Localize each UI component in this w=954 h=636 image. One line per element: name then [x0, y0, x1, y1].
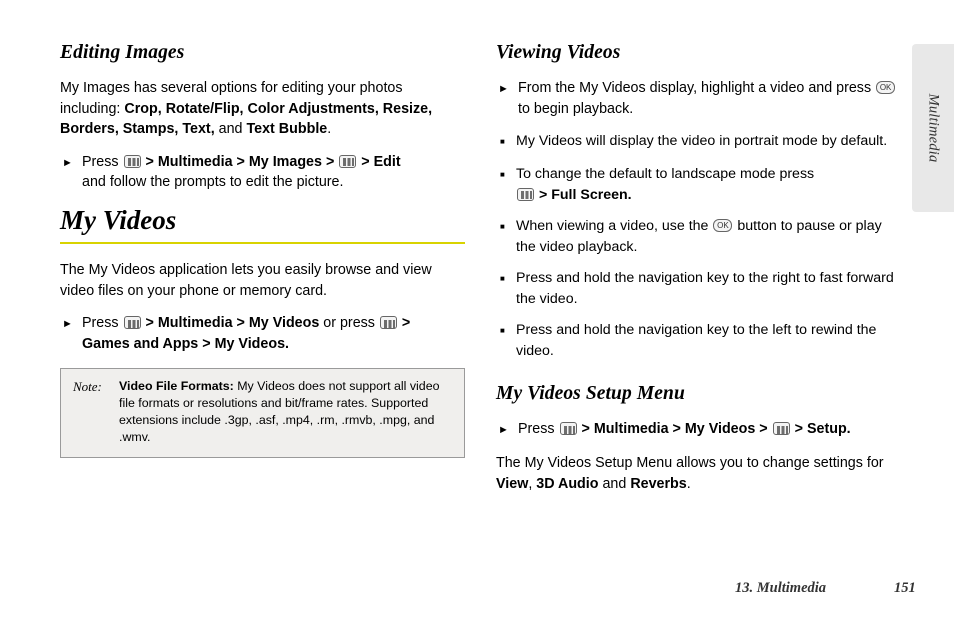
bullet-marker-arrow-2: ►: [62, 318, 73, 330]
sub-bullet-pause-play: ■ When viewing a video, use the button t…: [496, 216, 900, 257]
menu-my-videos-3: My Videos: [684, 421, 756, 437]
menu-setup: Setup.: [806, 421, 851, 437]
right-column: Viewing Videos ► From the My Videos disp…: [496, 42, 900, 506]
setup-mid: and: [598, 475, 631, 492]
setting-reverbs: Reverbs: [630, 475, 687, 492]
bullet-marker-square-4: ■: [500, 274, 505, 283]
menu-my-images: My Images: [248, 153, 322, 170]
gt-9: >: [538, 186, 548, 203]
footer-page-number: 151: [894, 580, 916, 596]
gt-1: >: [145, 153, 154, 170]
chapter-side-tab: Multimedia: [912, 44, 954, 212]
bullet-marker-square-2: ■: [500, 170, 505, 179]
menu-key-icon-5: [517, 187, 534, 201]
sub-bullet-portrait: ■ My Videos will display the video in po…: [496, 131, 900, 153]
sub-bullet-pause-play-text: When viewing a video, use the button to …: [516, 216, 900, 257]
gt-12: >: [759, 421, 768, 437]
bullet-edit-path-text: Press > Multimedia > My Images > > Edit …: [82, 152, 465, 193]
bullet-marker-arrow: ►: [62, 156, 73, 169]
sub-bullet-landscape-text: To change the default to landscape mode …: [516, 164, 900, 205]
gt-8: >: [202, 335, 211, 352]
gt-6: >: [236, 315, 245, 331]
intro-mid: and: [214, 121, 247, 137]
sub-bullet-fast-forward: ■ Press and hold the navigation key to t…: [496, 268, 900, 309]
note-text: Video File Formats: My Videos does not s…: [119, 378, 452, 446]
note-box: Note: Video File Formats: My Videos does…: [60, 368, 465, 458]
menu-key-icon: [123, 154, 141, 168]
footer-chapter: 13. Multimedia: [735, 580, 827, 596]
press-label-3: Press: [518, 421, 555, 437]
intro-end: .: [327, 121, 332, 137]
left-column: Editing Images My Images has several opt…: [60, 42, 465, 458]
note-label: Note:: [73, 379, 102, 394]
menu-edit: Edit: [373, 153, 401, 170]
bullet-my-videos-text: Press > Multimedia > My Videos or press …: [82, 313, 465, 354]
gt-2: >: [236, 153, 245, 170]
menu-multimedia-2: Multimedia: [157, 315, 233, 331]
bullet-setup-path-text: Press > Multimedia > My Videos > > Setup…: [518, 419, 900, 441]
landscape-pre: To change the default to landscape mode …: [516, 166, 815, 182]
sub-bullet-fast-forward-text: Press and hold the navigation key to the…: [516, 270, 894, 307]
setup-pre: The My Videos Setup Menu allows you to c…: [496, 455, 884, 471]
gt-3: >: [325, 153, 335, 170]
menu-key-icon-7: [772, 422, 790, 435]
gt-10: >: [581, 421, 590, 437]
viewing-post: to begin playback.: [518, 100, 634, 117]
ok-key-icon-2: [713, 219, 733, 232]
sub-bullet-rewind: ■ Press and hold the navigation key to t…: [496, 320, 900, 361]
bullet-marker-square-5: ■: [500, 326, 505, 335]
press-label: Press: [82, 153, 119, 170]
sub-bullet-landscape: ■ To change the default to landscape mod…: [496, 164, 900, 205]
paragraph-setup-menu: The My Videos Setup Menu allows you to c…: [496, 453, 900, 494]
menu-my-videos: My Videos: [248, 315, 320, 331]
menu-multimedia: Multimedia: [157, 153, 233, 170]
bullet-marker-square: ■: [500, 137, 505, 146]
or-press-label: or press: [323, 315, 375, 331]
bullet-marker-square-3: ■: [500, 222, 505, 231]
menu-key-icon-2: [339, 154, 357, 168]
pause-pre: When viewing a video, use the: [516, 218, 709, 234]
menu-key-icon-3: [123, 316, 141, 329]
press-label-2: Press: [82, 315, 119, 331]
bullet-edit-tail: and follow the prompts to edit the pictu…: [82, 174, 344, 190]
gt-7: >: [401, 315, 411, 331]
ok-key-icon: [876, 81, 896, 94]
menu-games-and-apps: Games and Apps: [82, 335, 199, 352]
gt-5: >: [145, 315, 154, 331]
heading-viewing-videos: Viewing Videos: [496, 42, 621, 63]
bullet-edit-path: ► Press > Multimedia > My Images > > Edi…: [60, 152, 465, 193]
setting-view: View: [496, 475, 529, 492]
gt-13: >: [794, 421, 803, 437]
gt-11: >: [672, 421, 681, 437]
page-root: Multimedia Editing Images My Images has …: [0, 0, 954, 636]
note-bold-title: Video File Formats:: [119, 379, 234, 393]
gt-4: >: [361, 153, 370, 170]
paragraph-my-videos: The My Videos application lets you easil…: [60, 262, 432, 299]
menu-full-screen: Full Screen.: [551, 186, 632, 203]
menu-my-videos-2: My Videos.: [214, 335, 290, 352]
setting-3d-audio: 3D Audio: [536, 475, 599, 492]
bullet-my-videos-path: ► Press > Multimedia > My Videos or pres…: [60, 313, 465, 354]
heading-editing-images: Editing Images: [60, 42, 185, 63]
viewing-pre: From the My Videos display, highlight a …: [518, 80, 872, 96]
setup-end: .: [686, 475, 691, 492]
bullet-marker-arrow-4: ►: [498, 424, 509, 436]
chapter-side-tab-label: Multimedia: [925, 93, 942, 163]
heading-rule: [60, 241, 465, 244]
heading-my-videos: My Videos: [60, 204, 177, 235]
menu-key-icon-6: [559, 422, 577, 435]
menu-key-icon-4: [379, 316, 397, 329]
menu-multimedia-3: Multimedia: [593, 421, 669, 437]
bullet-viewing-videos: ► From the My Videos display, highlight …: [496, 78, 900, 119]
paragraph-editing-intro: My Images has several options for editin…: [60, 78, 465, 140]
bullet-setup-path: ► Press > Multimedia > My Videos > > Set…: [496, 419, 900, 441]
intro-bold-textbubble: Text Bubble: [246, 121, 328, 137]
sub-bullet-rewind-text: Press and hold the navigation key to the…: [516, 322, 877, 359]
bullet-viewing-videos-text: From the My Videos display, highlight a …: [518, 78, 900, 119]
heading-my-videos-setup-menu: My Videos Setup Menu: [496, 383, 685, 404]
sub-bullet-portrait-text: My Videos will display the video in port…: [516, 133, 888, 149]
bullet-marker-arrow-3: ►: [498, 83, 509, 95]
